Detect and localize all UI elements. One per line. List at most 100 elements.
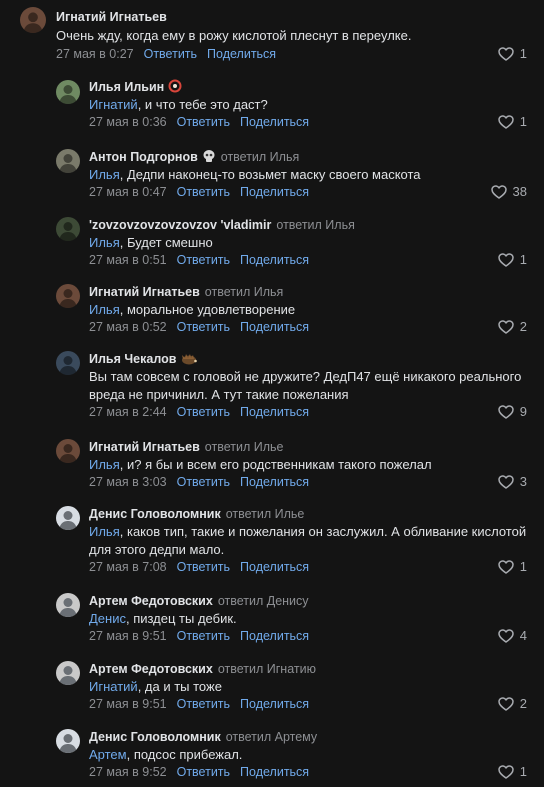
comment-body: , Будет смешно	[119, 235, 213, 250]
reply-button[interactable]: Ответить	[177, 560, 230, 574]
reply-button[interactable]: Ответить	[177, 405, 230, 419]
like-button[interactable]: 1	[498, 764, 527, 780]
like-button[interactable]: 1	[498, 114, 527, 130]
mention-link[interactable]: Игнатий	[89, 679, 138, 694]
reply-button[interactable]: Ответить	[177, 185, 230, 199]
comment-header: Артем Федотовских ответил Игнатию	[89, 661, 316, 677]
avatar[interactable]	[56, 149, 80, 173]
avatar[interactable]	[20, 7, 46, 33]
reply-button[interactable]: Ответить	[177, 320, 230, 334]
like-button[interactable]: 1	[498, 252, 527, 268]
comment-body: Очень жду, когда ему в рожу кислотой пле…	[56, 28, 412, 43]
replied-to-label[interactable]: ответил Илье	[205, 440, 284, 454]
mention-link[interactable]: Денис	[89, 611, 126, 626]
reply-button[interactable]: Ответить	[177, 475, 230, 489]
like-button[interactable]: 2	[498, 696, 527, 712]
share-button[interactable]: Поделиться	[240, 697, 309, 711]
reply-button[interactable]: Ответить	[144, 47, 197, 61]
author-name[interactable]: Антон Подгорнов	[89, 150, 198, 164]
author-name[interactable]: Денис Головоломник	[89, 507, 221, 521]
like-count: 3	[519, 474, 527, 489]
mention-link[interactable]: Илья	[89, 167, 120, 182]
timestamp[interactable]: 27 мая в 0:27	[56, 47, 134, 61]
timestamp[interactable]: 27 мая в 9:52	[89, 765, 167, 779]
comment-text: Илья, Будет смешно	[89, 234, 529, 252]
avatar[interactable]	[56, 284, 80, 308]
mention-link[interactable]: Артем	[89, 747, 127, 762]
reply-button[interactable]: Ответить	[177, 253, 230, 267]
avatar[interactable]	[56, 80, 80, 104]
like-button[interactable]: 9	[498, 404, 527, 420]
heart-icon	[498, 474, 514, 490]
author-name[interactable]: Игнатий Игнатьев	[89, 285, 200, 299]
comment-body: , пиздец ты дебик.	[125, 611, 237, 626]
share-button[interactable]: Поделиться	[240, 405, 309, 419]
avatar[interactable]	[56, 729, 80, 753]
replied-to-label[interactable]: ответил Денису	[218, 594, 309, 608]
timestamp[interactable]: 27 мая в 2:44	[89, 405, 167, 419]
timestamp[interactable]: 27 мая в 0:36	[89, 115, 167, 129]
skull-icon	[202, 149, 216, 167]
share-button[interactable]: Поделиться	[240, 253, 309, 267]
timestamp[interactable]: 27 мая в 9:51	[89, 697, 167, 711]
timestamp[interactable]: 27 мая в 3:03	[89, 475, 167, 489]
replied-to-label[interactable]: ответил Илье	[226, 507, 305, 521]
author-name[interactable]: Артем Федотовских	[89, 594, 213, 608]
timestamp[interactable]: 27 мая в 9:51	[89, 629, 167, 643]
heart-icon	[490, 184, 507, 200]
replied-to-label[interactable]: ответил Илья	[221, 150, 299, 164]
avatar[interactable]	[56, 506, 80, 530]
comment-meta: 27 мая в 0:47 Ответить Поделиться	[89, 184, 309, 200]
share-button[interactable]: Поделиться	[240, 185, 309, 199]
comment-meta: 27 мая в 0:51 Ответить Поделиться	[89, 252, 309, 268]
comment-header: Антон Подгорнов ответил Илья	[89, 149, 299, 167]
share-button[interactable]: Поделиться	[207, 47, 276, 61]
author-name[interactable]: Илья Чекалов	[89, 352, 176, 366]
author-name[interactable]: 'zovzovzovzovzovzov 'vladimir	[89, 218, 271, 232]
author-name[interactable]: Денис Головоломник	[89, 730, 221, 744]
avatar[interactable]	[56, 661, 80, 685]
replied-to-label[interactable]: ответил Илья	[276, 218, 354, 232]
comment-body: , подсос прибежал.	[126, 747, 243, 762]
mention-link[interactable]: Илья	[89, 457, 120, 472]
author-name[interactable]: Игнатий Игнатьев	[89, 440, 200, 454]
avatar[interactable]	[56, 439, 80, 463]
timestamp[interactable]: 27 мая в 0:47	[89, 185, 167, 199]
mention-link[interactable]: Илья	[89, 302, 120, 317]
share-button[interactable]: Поделиться	[240, 560, 309, 574]
reply-button[interactable]: Ответить	[177, 115, 230, 129]
author-name[interactable]: Илья Ильин	[89, 80, 164, 94]
like-button[interactable]: 1	[498, 559, 527, 575]
comment-header: Денис Головоломник ответил Илье	[89, 506, 304, 522]
replied-to-label[interactable]: ответил Артему	[226, 730, 317, 744]
reply-button[interactable]: Ответить	[177, 765, 230, 779]
share-button[interactable]: Поделиться	[240, 115, 309, 129]
share-button[interactable]: Поделиться	[240, 475, 309, 489]
reply-button[interactable]: Ответить	[177, 697, 230, 711]
avatar[interactable]	[56, 351, 80, 375]
like-button[interactable]: 3	[498, 474, 527, 490]
mention-link[interactable]: Илья	[89, 524, 120, 539]
timestamp[interactable]: 27 мая в 0:52	[89, 320, 167, 334]
like-button[interactable]: 1	[498, 46, 527, 62]
timestamp[interactable]: 27 мая в 0:51	[89, 253, 167, 267]
author-name[interactable]: Артем Федотовских	[89, 662, 213, 676]
mention-link[interactable]: Илья	[89, 235, 120, 250]
avatar[interactable]	[56, 217, 80, 241]
reply-button[interactable]: Ответить	[177, 629, 230, 643]
share-button[interactable]: Поделиться	[240, 765, 309, 779]
mention-link[interactable]: Игнатий	[89, 97, 138, 112]
comment-text: Игнатий, да и ты тоже	[89, 678, 529, 696]
comment-meta: 27 мая в 9:51 Ответить Поделиться	[89, 628, 309, 644]
share-button[interactable]: Поделиться	[240, 629, 309, 643]
avatar[interactable]	[56, 593, 80, 617]
like-count: 1	[519, 114, 527, 129]
like-button[interactable]: 4	[498, 628, 527, 644]
like-button[interactable]: 2	[498, 319, 527, 335]
author-name[interactable]: Игнатий Игнатьев	[56, 10, 167, 24]
share-button[interactable]: Поделиться	[240, 320, 309, 334]
like-button[interactable]: 38	[490, 184, 527, 200]
replied-to-label[interactable]: ответил Илья	[205, 285, 283, 299]
replied-to-label[interactable]: ответил Игнатию	[218, 662, 316, 676]
timestamp[interactable]: 27 мая в 7:08	[89, 560, 167, 574]
